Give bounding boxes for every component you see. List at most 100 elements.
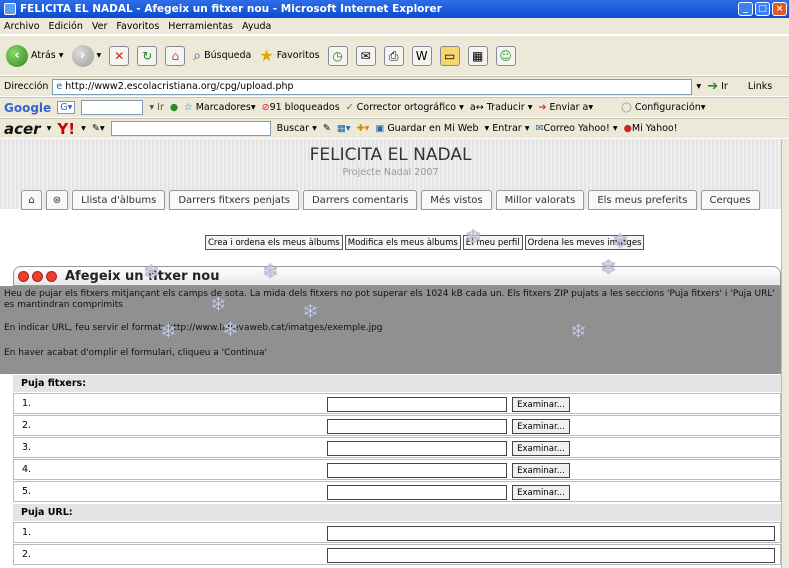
go-arrow-icon: ➔ [707,79,719,94]
mail-icon[interactable]: ✉ [355,45,376,66]
edit-icon[interactable]: W [411,45,432,66]
browse-button[interactable]: Examinar... [512,397,570,412]
nav-info[interactable]: ⊛ [45,190,69,210]
refresh-icon[interactable]: ↻ [137,45,158,66]
upload-instructions: Heu de pujar els fitxers mitjançant els … [0,286,781,374]
pen-icon[interactable]: ✎ [323,123,331,134]
page-content: FELICITA EL NADAL Projecte Nadal 2007 ⌂ … [0,139,781,568]
enter-button[interactable]: ▾ Entrar ▾ [485,123,530,134]
yahoo-search-input[interactable] [110,121,271,136]
snowflake-icon: ❄ [210,292,227,316]
folder-icon[interactable]: ▭ [439,45,460,66]
browse-button[interactable]: Examinar... [512,463,570,478]
nav-most-viewed[interactable]: Més vistos [421,190,492,210]
acer-dropdown-icon[interactable]: ▾ [47,123,52,134]
google-menu-button[interactable]: G▾ [57,101,76,114]
menu-bar: Archivo Edición Ver Favoritos Herramient… [0,18,789,34]
forward-button[interactable]: › ▾ [71,44,101,67]
pencil-icon[interactable]: ✎▾ [92,123,105,134]
menu-ver[interactable]: Ver [92,21,108,32]
file-row-label: 3. [22,442,32,453]
favorites-button[interactable]: ★ Favoritos [259,46,319,65]
red-dot-icon [46,270,57,282]
go-button[interactable]: ➔ Ir [707,79,728,94]
settings-button[interactable]: ◯ Configuración▾ [621,102,705,113]
close-button[interactable]: × [772,2,787,16]
menu-edicion[interactable]: Edición [49,21,83,32]
google-search-input[interactable] [81,100,144,115]
links-label[interactable]: Links [748,81,772,92]
popup-blocked-button[interactable]: ⊘91 bloqueados [262,102,340,113]
home-icon[interactable]: ⌂ [165,45,186,66]
info-icon: ⊛ [52,194,62,206]
messenger-icon[interactable]: ☺ [495,45,516,66]
translate-button[interactable]: a↔ Traducir ▾ [470,102,533,113]
file-input[interactable] [327,441,507,456]
nav-album-list[interactable]: Llista d'àlbums [72,190,166,210]
upload-url-heading: Puja URL: [13,504,781,521]
history-icon[interactable]: ◷ [327,45,348,66]
main-nav: ⌂ ⊛ Llista d'àlbums Darrers fitxers penj… [0,190,781,212]
print-icon[interactable]: ⎙ [383,45,404,66]
nav-last-comments[interactable]: Darrers comentaris [302,190,418,210]
create-albums-link[interactable]: Crea i ordena els meus àlbums [205,235,343,250]
nav-home[interactable]: ⌂ [21,190,42,210]
maximize-button[interactable]: □ [755,2,770,16]
red-dot-icon [18,270,29,282]
nav-last-uploads[interactable]: Darrers fitxers penjats [169,190,299,210]
nav-my-favorites[interactable]: Els meus preferits [588,190,697,210]
browse-button[interactable]: Examinar... [512,441,570,456]
calendar-icon[interactable]: ▦▾ [337,123,351,134]
page-icon: e [56,81,63,92]
menu-herramientas[interactable]: Herramientas [168,21,233,32]
research-icon[interactable]: ▦ [467,45,488,66]
save-myweb-button[interactable]: ▣ Guardar en Mi Web [375,123,478,134]
window-titlebar: FELICITA EL NADAL - Afegeix un fitxer no… [0,0,789,18]
file-row: 4. Examinar... [13,459,781,480]
bookmarks-button[interactable]: ☆ Marcadores▾ [184,102,255,113]
url-row: 2. [13,544,781,565]
menu-archivo[interactable]: Archivo [4,21,40,32]
snowflake-icon: ❄ [600,255,617,279]
file-input[interactable] [327,397,507,412]
send-to-button[interactable]: ➔ Enviar a▾ [539,102,594,113]
save-icon: ▣ [375,123,385,134]
browse-button[interactable]: Examinar... [512,485,570,500]
back-arrow-icon: ‹ [6,44,28,67]
instructions-continue: En haver acabat d'omplir el formulari, c… [4,348,267,358]
menu-favoritos[interactable]: Favoritos [116,21,159,32]
back-button[interactable]: ‹ Atrás ▾ [6,44,64,67]
user-subnav: Crea i ordena els meus àlbums Modifica e… [205,235,645,250]
acer-logo: acer [4,119,41,138]
file-input[interactable] [327,485,507,500]
file-row-label: 2. [22,420,32,431]
pagerank-icon: ● [169,102,179,113]
yahoo-search-button[interactable]: Buscar ▾ [277,123,317,134]
panel-header: Afegeix un fitxer nou [13,266,781,286]
nav-search[interactable]: Cerques [700,190,760,210]
snowflake-icon: ❄ [612,229,629,253]
file-row-label: 5. [22,486,32,497]
nav-top-rated[interactable]: Millor valorats [495,190,585,210]
my-yahoo-button[interactable]: ●Mi Yahoo! [624,123,678,134]
minimize-button[interactable]: _ [738,2,753,16]
settings-icon: ◯ [621,102,632,113]
menu-ayuda[interactable]: Ayuda [242,21,271,32]
spellcheck-icon: ✓ [345,102,354,113]
yahoo-mail-button[interactable]: ✉Correo Yahoo! ▾ [535,123,617,134]
yahoo-dropdown-icon[interactable]: ▾ [81,123,86,134]
stop-icon[interactable]: ✕ [109,45,130,66]
spellcheck-button[interactable]: ✓ Corrector ortográfico ▾ [346,102,464,113]
antispy-icon[interactable]: ✚▾ [357,123,370,134]
url-input[interactable] [327,526,775,541]
address-input[interactable]: e http://www2.escolacristiana.org/cpg/up… [52,78,693,95]
browse-button[interactable]: Examinar... [512,419,570,434]
address-dropdown-icon[interactable]: ▾ [696,81,701,92]
url-input[interactable] [327,548,775,563]
google-go-button[interactable]: ▾ Ir [149,102,164,113]
file-input[interactable] [327,419,507,434]
file-input[interactable] [327,463,507,478]
modify-albums-link[interactable]: Modifica els meus àlbums [344,235,461,250]
search-button[interactable]: ⌕ Búsqueda [193,48,251,64]
vertical-scrollbar[interactable] [781,139,789,568]
